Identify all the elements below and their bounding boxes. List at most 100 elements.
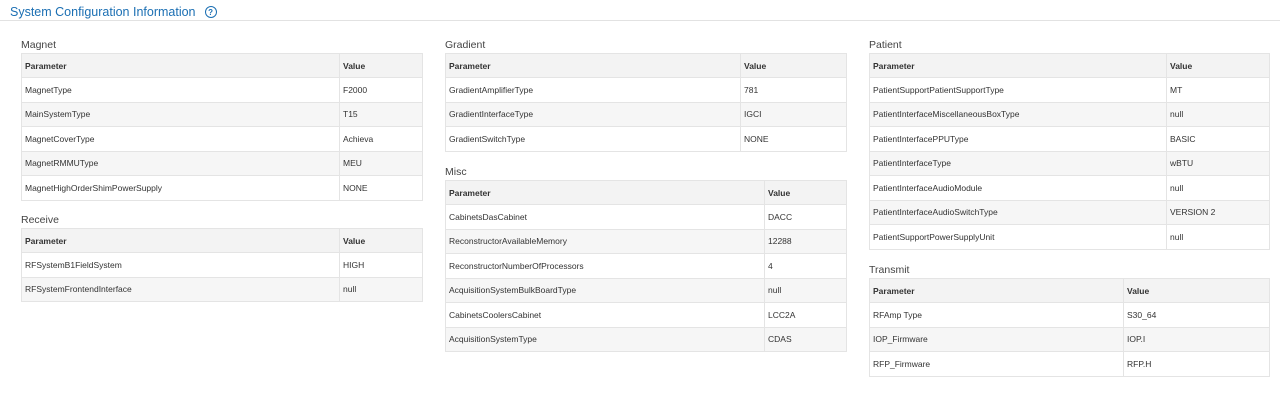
section-misc: Misc Parameter Value CabinetsDasCabinet … bbox=[445, 166, 847, 352]
value-header: Value bbox=[1123, 278, 1270, 303]
parameter-cell: MagnetType bbox=[21, 77, 340, 103]
page-title: System Configuration Information bbox=[10, 5, 196, 19]
transmit-title: Transmit bbox=[869, 264, 910, 276]
section-transmit: Transmit Parameter Value RFAmp Type S30_… bbox=[869, 264, 1270, 377]
value-cell: HIGH bbox=[339, 252, 423, 278]
table-row: PatientInterfaceType wBTU bbox=[869, 150, 1270, 176]
magnet-table: Parameter Value MagnetType F2000 MainSys… bbox=[21, 53, 423, 201]
parameter-header: Parameter bbox=[21, 53, 340, 78]
parameter-cell: PatientSupportPowerSupplyUnit bbox=[869, 224, 1167, 250]
table-row: MagnetHighOrderShimPowerSupply NONE bbox=[21, 175, 423, 201]
parameter-cell: GradientInterfaceType bbox=[445, 101, 741, 127]
parameter-cell: CabinetsDasCabinet bbox=[445, 204, 765, 230]
parameter-header: Parameter bbox=[869, 278, 1124, 303]
receive-title: Receive bbox=[21, 214, 59, 226]
parameter-header: Parameter bbox=[869, 53, 1167, 78]
table-row: GradientAmplifierType 781 bbox=[445, 77, 847, 103]
table-header-row: Parameter Value bbox=[869, 53, 1270, 78]
parameter-cell: PatientSupportPatientSupportType bbox=[869, 77, 1167, 103]
value-cell: F2000 bbox=[339, 77, 423, 103]
value-cell: NONE bbox=[339, 175, 423, 201]
gradient-table: Parameter Value GradientAmplifierType 78… bbox=[445, 53, 847, 152]
table-row: MagnetCoverType Achieva bbox=[21, 126, 423, 152]
value-cell: IOP.I bbox=[1123, 326, 1270, 352]
value-cell: MEU bbox=[339, 150, 423, 176]
value-header: Value bbox=[740, 53, 847, 78]
value-cell: wBTU bbox=[1166, 150, 1270, 176]
value-cell: RFP.H bbox=[1123, 351, 1270, 377]
parameter-cell: PatientInterfaceType bbox=[869, 150, 1167, 176]
table-row: ReconstructorAvailableMemory 12288 bbox=[445, 228, 847, 254]
magnet-title: Magnet bbox=[21, 39, 57, 51]
help-icon[interactable]: ? bbox=[204, 6, 217, 18]
value-cell: null bbox=[1166, 175, 1270, 201]
value-cell: CDAS bbox=[764, 326, 847, 352]
parameter-cell: PatientInterfaceAudioSwitchType bbox=[869, 199, 1167, 225]
table-row: PatientSupportPowerSupplyUnit null bbox=[869, 224, 1270, 250]
table-row: PatientInterfaceAudioSwitchType VERSION … bbox=[869, 199, 1270, 225]
misc-table: Parameter Value CabinetsDasCabinet DACC … bbox=[445, 180, 847, 352]
table-row: GradientInterfaceType IGCI bbox=[445, 101, 847, 127]
parameter-cell: RFSystemFrontendInterface bbox=[21, 276, 340, 302]
gradient-title: Gradient bbox=[445, 39, 486, 51]
table-header-row: Parameter Value bbox=[21, 228, 423, 253]
patient-title: Patient bbox=[869, 39, 902, 51]
parameter-cell: PatientInterfacePPUType bbox=[869, 126, 1167, 152]
value-cell: S30_64 bbox=[1123, 302, 1270, 328]
table-row: MagnetRMMUType MEU bbox=[21, 150, 423, 176]
section-gradient: Gradient Parameter Value GradientAmplifi… bbox=[445, 39, 847, 152]
value-cell: IGCI bbox=[740, 101, 847, 127]
section-magnet: Magnet Parameter Value MagnetType F2000 … bbox=[21, 39, 423, 201]
parameter-cell: RFSystemB1FieldSystem bbox=[21, 252, 340, 278]
value-cell: BASIC bbox=[1166, 126, 1270, 152]
table-header-row: Parameter Value bbox=[21, 53, 423, 78]
parameter-cell: RFP_Firmware bbox=[869, 351, 1124, 377]
table-row: CabinetsDasCabinet DACC bbox=[445, 204, 847, 230]
table-row: PatientInterfacePPUType BASIC bbox=[869, 126, 1270, 152]
value-cell: LCC2A bbox=[764, 302, 847, 328]
value-cell: Achieva bbox=[339, 126, 423, 152]
parameter-cell: PatientInterfaceMiscellaneousBoxType bbox=[869, 101, 1167, 127]
table-row: MainSystemType T15 bbox=[21, 101, 423, 127]
value-header: Value bbox=[339, 228, 423, 253]
table-row: IOP_Firmware IOP.I bbox=[869, 326, 1270, 352]
value-cell: NONE bbox=[740, 126, 847, 152]
value-cell: VERSION 2 bbox=[1166, 199, 1270, 225]
parameter-cell: RFAmp Type bbox=[869, 302, 1124, 328]
parameter-cell: ReconstructorAvailableMemory bbox=[445, 228, 765, 254]
transmit-table: Parameter Value RFAmp Type S30_64 IOP_Fi… bbox=[869, 278, 1270, 377]
section-patient: Patient Parameter Value PatientSupportPa… bbox=[869, 39, 1270, 250]
value-header: Value bbox=[339, 53, 423, 78]
receive-table: Parameter Value RFSystemB1FieldSystem HI… bbox=[21, 228, 423, 302]
parameter-cell: MagnetHighOrderShimPowerSupply bbox=[21, 175, 340, 201]
table-row: PatientSupportPatientSupportType MT bbox=[869, 77, 1270, 103]
value-cell: null bbox=[1166, 101, 1270, 127]
value-header: Value bbox=[764, 180, 847, 205]
parameter-cell: ReconstructorNumberOfProcessors bbox=[445, 253, 765, 279]
table-row: GradientSwitchType NONE bbox=[445, 126, 847, 152]
table-row: RFSystemFrontendInterface null bbox=[21, 276, 423, 302]
parameter-cell: MagnetRMMUType bbox=[21, 150, 340, 176]
value-cell: null bbox=[1166, 224, 1270, 250]
parameter-header: Parameter bbox=[445, 53, 741, 78]
value-cell: DACC bbox=[764, 204, 847, 230]
table-row: RFP_Firmware RFP.H bbox=[869, 351, 1270, 377]
section-receive: Receive Parameter Value RFSystemB1FieldS… bbox=[21, 214, 423, 302]
parameter-cell: MainSystemType bbox=[21, 101, 340, 127]
parameter-cell: CabinetsCoolersCabinet bbox=[445, 302, 765, 328]
value-cell: null bbox=[764, 277, 847, 303]
value-cell: 12288 bbox=[764, 228, 847, 254]
parameter-cell: GradientSwitchType bbox=[445, 126, 741, 152]
table-row: CabinetsCoolersCabinet LCC2A bbox=[445, 302, 847, 328]
parameter-header: Parameter bbox=[21, 228, 340, 253]
parameter-cell: MagnetCoverType bbox=[21, 126, 340, 152]
value-cell: T15 bbox=[339, 101, 423, 127]
table-header-row: Parameter Value bbox=[869, 278, 1270, 303]
misc-title: Misc bbox=[445, 166, 467, 178]
table-row: AcquisitionSystemBulkBoardType null bbox=[445, 277, 847, 303]
parameter-cell: PatientInterfaceAudioModule bbox=[869, 175, 1167, 201]
parameter-cell: IOP_Firmware bbox=[869, 326, 1124, 352]
value-cell: 4 bbox=[764, 253, 847, 279]
table-row: ReconstructorNumberOfProcessors 4 bbox=[445, 253, 847, 279]
table-row: RFSystemB1FieldSystem HIGH bbox=[21, 252, 423, 278]
